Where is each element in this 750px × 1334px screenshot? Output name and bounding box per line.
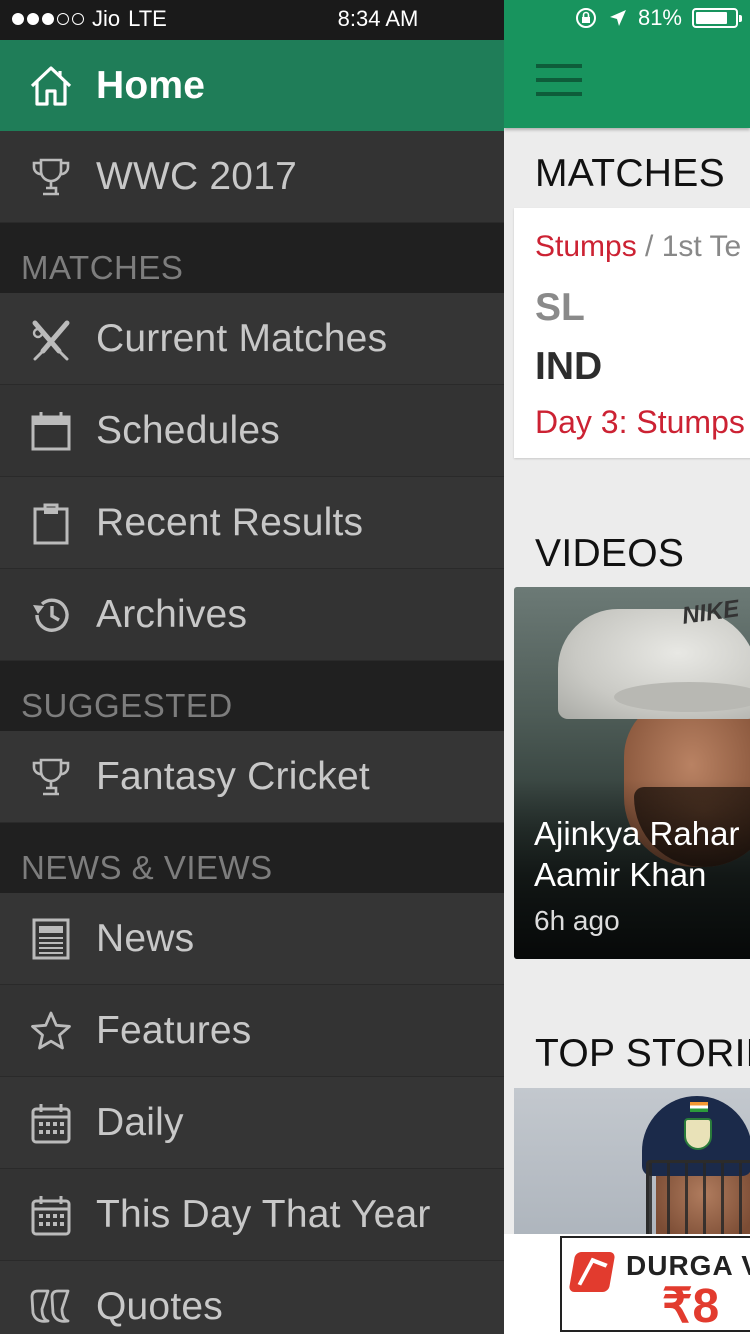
drawer-item-wwc-2017[interactable]: WWC 2017 <box>0 131 504 223</box>
drawer-item-label: WWC 2017 <box>96 154 297 198</box>
drawer-item-fantasy-cricket[interactable]: Fantasy Cricket <box>0 731 504 823</box>
drawer-item-label: Daily <box>96 1100 184 1144</box>
drawer-item-label: This Day That Year <box>96 1192 431 1236</box>
story-image[interactable] <box>514 1088 750 1236</box>
drawer-item-label: Archives <box>96 592 248 636</box>
drawer-item-label: Fantasy Cricket <box>96 754 370 798</box>
drawer-item-home[interactable]: Home <box>0 40 504 131</box>
home-icon <box>26 61 76 111</box>
ad-price: ₹8 <box>662 1280 720 1332</box>
trophy-icon <box>26 152 76 202</box>
section-header-suggested: SUGGESTED <box>0 661 504 731</box>
app-header <box>504 40 750 128</box>
drawer-item-this-day-that-year[interactable]: This Day That Year <box>0 1169 504 1261</box>
section-header-news-views: NEWS & VIEWS <box>0 823 504 893</box>
video-title: Ajinkya Rahar Aamir Khan <box>534 815 740 893</box>
matches-section-title: MATCHES <box>535 152 725 195</box>
main-content: MATCHES Stumps / 1st Te SL IND Day 3: St… <box>504 0 750 1334</box>
video-card[interactable]: NIKE Ajinkya Rahar Aamir Khan 6h ago <box>514 587 750 959</box>
video-timestamp: 6h ago <box>534 905 620 936</box>
drawer-item-label: Recent Results <box>96 500 364 544</box>
star-icon <box>26 1006 76 1056</box>
calendar-grid-icon <box>26 1190 76 1240</box>
match-status: Stumps / 1st Te <box>535 230 742 263</box>
team-name: SL <box>535 286 585 329</box>
drawer-item-label: Home <box>96 63 206 107</box>
menu-icon[interactable] <box>536 64 582 104</box>
drawer-item-recent-results[interactable]: Recent Results <box>0 477 504 569</box>
videos-section-title: VIDEOS <box>535 532 685 575</box>
calendar-icon <box>26 406 76 456</box>
drawer-item-daily[interactable]: Daily <box>0 1077 504 1169</box>
calendar-grid-icon <box>26 1098 76 1148</box>
newspaper-icon <box>26 914 76 964</box>
drawer-item-schedules[interactable]: Schedules <box>0 385 504 477</box>
drawer-item-label: Schedules <box>96 408 280 452</box>
drawer-item-label: News <box>96 916 195 960</box>
team-name: IND <box>535 345 603 388</box>
drawer-item-label: Quotes <box>96 1284 223 1328</box>
drawer-item-news[interactable]: News <box>0 893 504 985</box>
match-card[interactable]: Stumps / 1st Te SL IND Day 3: Stumps <box>514 208 750 458</box>
day-status: Day 3: Stumps <box>535 404 745 440</box>
history-icon <box>26 590 76 640</box>
drawer-item-archives[interactable]: Archives <box>0 569 504 661</box>
drawer-item-label: Current Matches <box>96 316 388 360</box>
section-header-matches: MATCHES <box>0 223 504 293</box>
crossed-bats-icon <box>26 314 76 364</box>
drawer-item-current-matches[interactable]: Current Matches <box>0 293 504 385</box>
trophy-icon <box>26 752 76 802</box>
drawer-item-label: Features <box>96 1008 252 1052</box>
top-stories-section-title: TOP STORIE <box>535 1032 750 1075</box>
drawer-item-features[interactable]: Features <box>0 985 504 1077</box>
navigation-drawer: Home WWC 2017 MATCHES Current Matches Sc… <box>0 0 504 1334</box>
ad-banner[interactable]: DURGA V ₹8 <box>504 1234 750 1334</box>
clipboard-icon <box>26 498 76 548</box>
brand-logo-icon <box>568 1252 616 1292</box>
quote-icon <box>26 1282 76 1332</box>
drawer-item-quotes[interactable]: Quotes <box>0 1261 504 1334</box>
